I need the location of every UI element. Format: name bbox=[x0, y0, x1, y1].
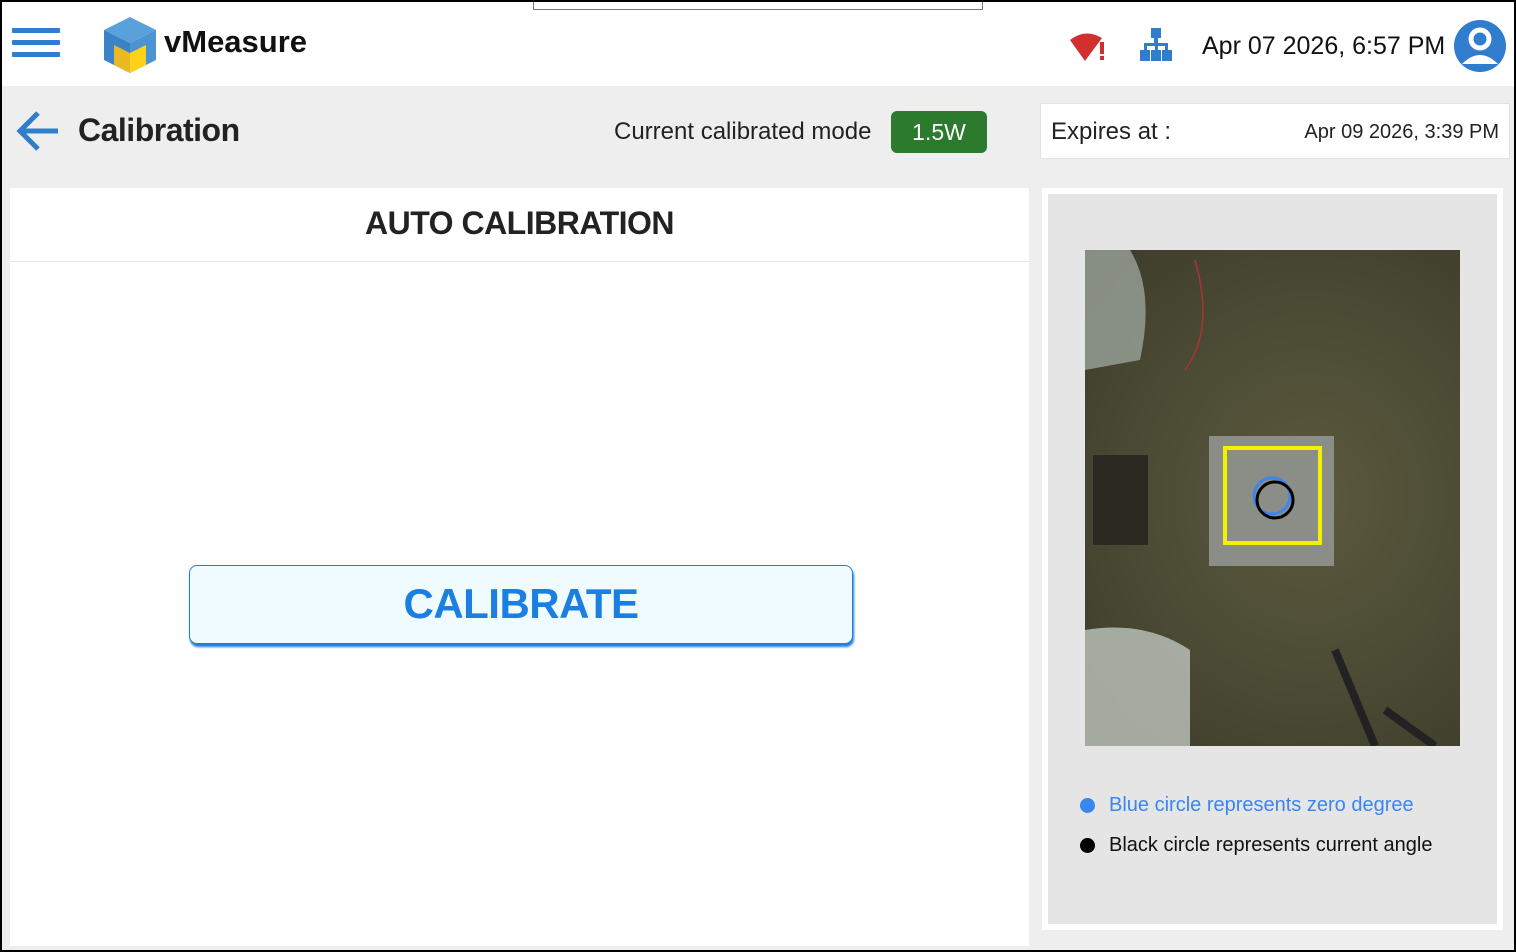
legend-text: Blue circle represents zero degree bbox=[1109, 794, 1414, 816]
app-name: vMeasure bbox=[164, 24, 308, 59]
auto-calibration-panel: AUTO CALIBRATION CALIBRATE bbox=[10, 188, 1029, 946]
wifi-alert-icon[interactable] bbox=[1068, 30, 1110, 64]
expiry-box: Expires at : Apr 09 2026, 3:39 PM bbox=[1040, 103, 1510, 159]
black-dot-icon bbox=[1080, 838, 1095, 853]
top-divider bbox=[533, 2, 983, 10]
app-window: vMeasure Apr 07 2026, 6:57 PM Calibratio… bbox=[0, 0, 1516, 952]
camera-preview bbox=[1085, 250, 1460, 746]
expires-label: Expires at : bbox=[1051, 118, 1172, 145]
network-icon[interactable] bbox=[1139, 28, 1173, 64]
blue-dot-icon bbox=[1080, 798, 1095, 813]
back-arrow-icon[interactable] bbox=[16, 110, 60, 152]
page-title: Calibration bbox=[78, 112, 240, 148]
mode-label: Current calibrated mode bbox=[614, 118, 872, 145]
vmeasure-logo-icon bbox=[104, 17, 156, 73]
user-avatar-icon[interactable] bbox=[1454, 20, 1506, 72]
top-bar: vMeasure Apr 07 2026, 6:57 PM bbox=[2, 2, 1514, 86]
hamburger-menu-icon[interactable] bbox=[12, 28, 60, 62]
datetime: Apr 07 2026, 6:57 PM bbox=[1202, 32, 1446, 60]
expires-value: Apr 09 2026, 3:39 PM bbox=[1304, 121, 1499, 143]
preview-panel: Blue circle represents zero degree Black… bbox=[1042, 188, 1503, 930]
legend-current-angle: Black circle represents current angle bbox=[1080, 834, 1432, 857]
calibrate-button[interactable]: CALIBRATE bbox=[189, 565, 853, 644]
mode-badge: 1.5W bbox=[891, 111, 987, 153]
legend-text: Black circle represents current angle bbox=[1109, 834, 1433, 856]
panel-title: AUTO CALIBRATION bbox=[10, 188, 1029, 262]
legend-zero-degree: Blue circle represents zero degree bbox=[1080, 794, 1414, 817]
